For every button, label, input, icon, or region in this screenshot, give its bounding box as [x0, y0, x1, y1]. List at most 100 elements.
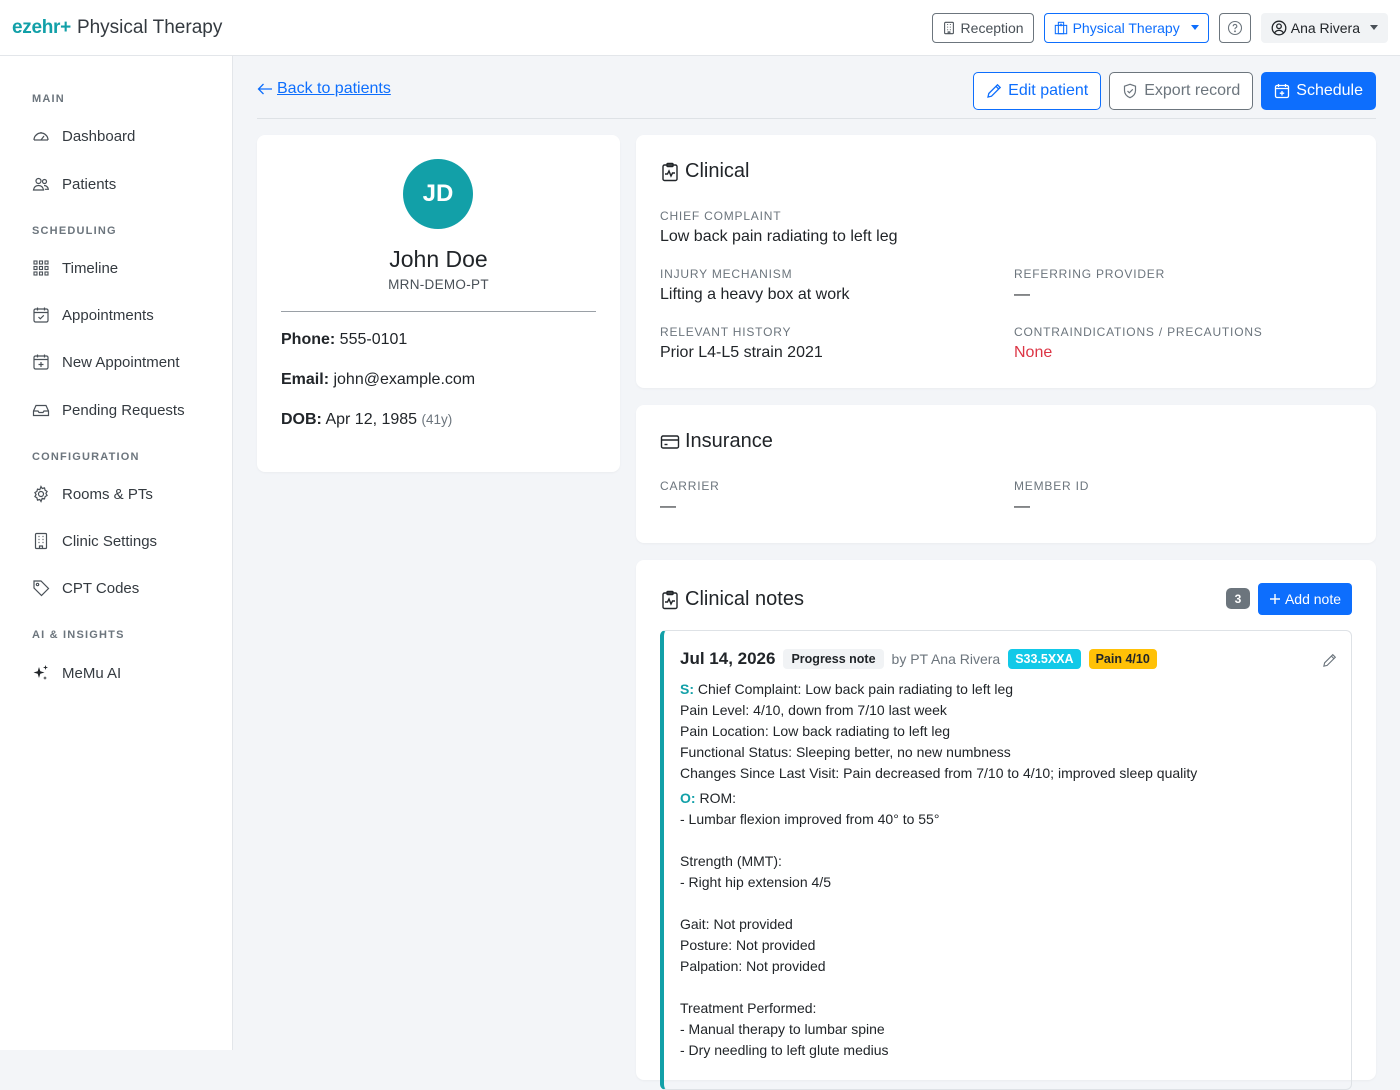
- note-author: by PT Ana Rivera: [891, 651, 1001, 667]
- gear-icon: [34, 485, 48, 503]
- question-circle-icon: [1227, 20, 1242, 35]
- sidebar-item-clinic-settings[interactable]: Clinic Settings: [32, 532, 157, 550]
- diagnosis-code-badge: S33.5XXA: [1008, 649, 1081, 669]
- top-navbar: ezehr+ Physical Therapy Reception Physic…: [0, 0, 1400, 56]
- contraindications-label: CONTRAINDICATIONS / PRECAUTIONS: [1014, 325, 1263, 339]
- sidebar-item-label: Dashboard: [62, 127, 136, 145]
- sidebar-item-label: Pending Requests: [62, 401, 185, 419]
- sidebar-item-new-appointment[interactable]: New Appointment: [32, 353, 180, 371]
- note-o-line: [680, 893, 1335, 914]
- pencil-icon: [987, 83, 1002, 98]
- user-circle-icon: [1271, 20, 1287, 35]
- soap-s-label: S:: [680, 681, 694, 697]
- sidebar-item-appointments[interactable]: Appointments: [32, 306, 154, 324]
- insurance-card: Insurance CARRIER — MEMBER ID —: [636, 405, 1376, 543]
- sidebar-item-label: New Appointment: [62, 353, 180, 371]
- help-button[interactable]: [1218, 12, 1251, 43]
- note-date: Jul 14, 2026: [680, 649, 776, 668]
- arrow-left-icon: [257, 83, 272, 95]
- note-o-line: [680, 977, 1335, 998]
- insurance-title-text: Insurance: [685, 430, 773, 452]
- add-note-button[interactable]: Add note: [1258, 583, 1352, 615]
- department-dropdown[interactable]: Physical Therapy: [1043, 12, 1209, 43]
- note-o-line: Gait: Not provided: [680, 916, 793, 932]
- email-label: Email:: [281, 371, 330, 388]
- brand[interactable]: ezehr+ Physical Therapy: [12, 17, 222, 39]
- user-menu[interactable]: Ana Rivera: [1260, 12, 1388, 43]
- sidebar-item-pending-requests[interactable]: Pending Requests: [32, 401, 185, 419]
- referring-provider-value: —: [1014, 286, 1030, 303]
- note-o-line-0: O: ROM:: [680, 788, 1335, 809]
- export-record-label: Export record: [1144, 82, 1241, 99]
- sidebar-item-label: Appointments: [62, 306, 154, 324]
- schedule-button[interactable]: Schedule: [1261, 72, 1376, 110]
- relevant-history-value: Prior L4-L5 strain 2021: [660, 344, 823, 361]
- sidebar-item-rooms[interactable]: Rooms & PTs: [32, 485, 153, 503]
- patient-card: JD John Doe MRN-DEMO-PT Phone: 555-0101 …: [257, 135, 620, 472]
- section-main: MAIN: [32, 93, 65, 105]
- injury-mechanism-label: INJURY MECHANISM: [660, 267, 793, 281]
- section-ai-insights: AI & INSIGHTS: [32, 629, 125, 641]
- building-icon: [34, 532, 48, 550]
- export-record-button[interactable]: Export record: [1109, 72, 1254, 110]
- back-to-patients-link[interactable]: Back to patients: [257, 80, 391, 98]
- sidebar-item-timeline[interactable]: Timeline: [32, 259, 118, 277]
- pencil-icon: [1323, 653, 1337, 667]
- insurance-title: Insurance: [660, 430, 773, 453]
- contraindications-value: None: [1014, 344, 1053, 361]
- add-note-label: Add note: [1284, 591, 1342, 607]
- patient-mrn: MRN-DEMO-PT: [388, 277, 489, 292]
- patient-actions: Edit patient Export record Schedule: [973, 72, 1376, 110]
- patient-age: (41y): [421, 412, 453, 427]
- schedule-label: Schedule: [1296, 82, 1363, 99]
- toolbar-divider: [257, 118, 1376, 119]
- clinical-note: Jul 14, 2026 Progress note by PT Ana Riv…: [660, 630, 1352, 1090]
- edit-patient-button[interactable]: Edit patient: [973, 72, 1102, 110]
- avatar: JD: [403, 159, 473, 229]
- sidebar-item-cpt-codes[interactable]: CPT Codes: [32, 579, 139, 597]
- clipboard-pulse-icon: [662, 162, 678, 181]
- sidebar-item-label: Rooms & PTs: [62, 485, 153, 503]
- note-o-text: ROM:: [699, 790, 737, 806]
- note-o-line: - Right hip extension 4/5: [680, 874, 831, 890]
- note-o-line: Strength (MMT):: [680, 853, 782, 869]
- section-configuration: CONFIGURATION: [32, 451, 140, 463]
- sidebar-item-memu-ai[interactable]: MeMu AI: [32, 664, 121, 682]
- brand-logo[interactable]: ezehr+: [12, 17, 71, 39]
- note-s-line: Pain Level: 4/10, down from 7/10 last we…: [680, 702, 947, 718]
- inbox-icon: [32, 404, 50, 417]
- referring-provider-label: REFERRING PROVIDER: [1014, 267, 1166, 281]
- notes-count-badge: 3: [1226, 588, 1250, 609]
- member-id-value: —: [1014, 498, 1030, 515]
- note-s-line: Changes Since Last Visit: Pain decreased…: [680, 765, 1198, 781]
- note-s-line-0: S: Chief Complaint: Low back pain radiat…: [680, 679, 1335, 700]
- clinical-notes-title: Clinical notes: [660, 588, 804, 611]
- note-o-line: - Manual therapy to lumbar spine: [680, 1021, 885, 1037]
- edit-note-button[interactable]: [1322, 653, 1337, 668]
- credit-card-icon: [660, 434, 680, 449]
- reception-button[interactable]: Reception: [931, 12, 1034, 43]
- plus-icon: [1269, 594, 1280, 604]
- chief-complaint-value: Low back pain radiating to left leg: [660, 228, 898, 245]
- sidebar-item-label: MeMu AI: [62, 664, 122, 682]
- note-s-line: Pain Location: Low back radiating to lef…: [680, 723, 951, 739]
- sidebar-item-patients[interactable]: Patients: [32, 175, 116, 193]
- note-s-line: Functional Status: Sleeping better, no n…: [680, 744, 1011, 760]
- sidebar-item-dashboard[interactable]: Dashboard: [32, 127, 135, 145]
- note-o-line: [680, 830, 1335, 851]
- clipboard-pulse-icon: [662, 590, 678, 609]
- edit-patient-label: Edit patient: [1008, 82, 1089, 99]
- section-scheduling: SCHEDULING: [32, 225, 117, 237]
- patient-name: John Doe: [389, 246, 488, 272]
- clinical-card: Clinical CHIEF COMPLAINT Low back pain r…: [636, 135, 1376, 388]
- note-header: Jul 14, 2026 Progress note by PT Ana Riv…: [680, 649, 1157, 669]
- note-body: S: Chief Complaint: Low back pain radiat…: [680, 679, 1335, 1061]
- clinical-title-text: Clinical: [685, 160, 750, 182]
- brand-name[interactable]: Physical Therapy: [77, 17, 222, 39]
- chevron-down-icon: [1190, 25, 1199, 30]
- building-icon: [943, 21, 954, 34]
- note-type-badge: Progress note: [783, 649, 884, 669]
- back-label: Back to patients: [277, 80, 391, 97]
- injury-mechanism-value: Lifting a heavy box at work: [660, 286, 850, 303]
- hospital-icon: [1054, 21, 1067, 34]
